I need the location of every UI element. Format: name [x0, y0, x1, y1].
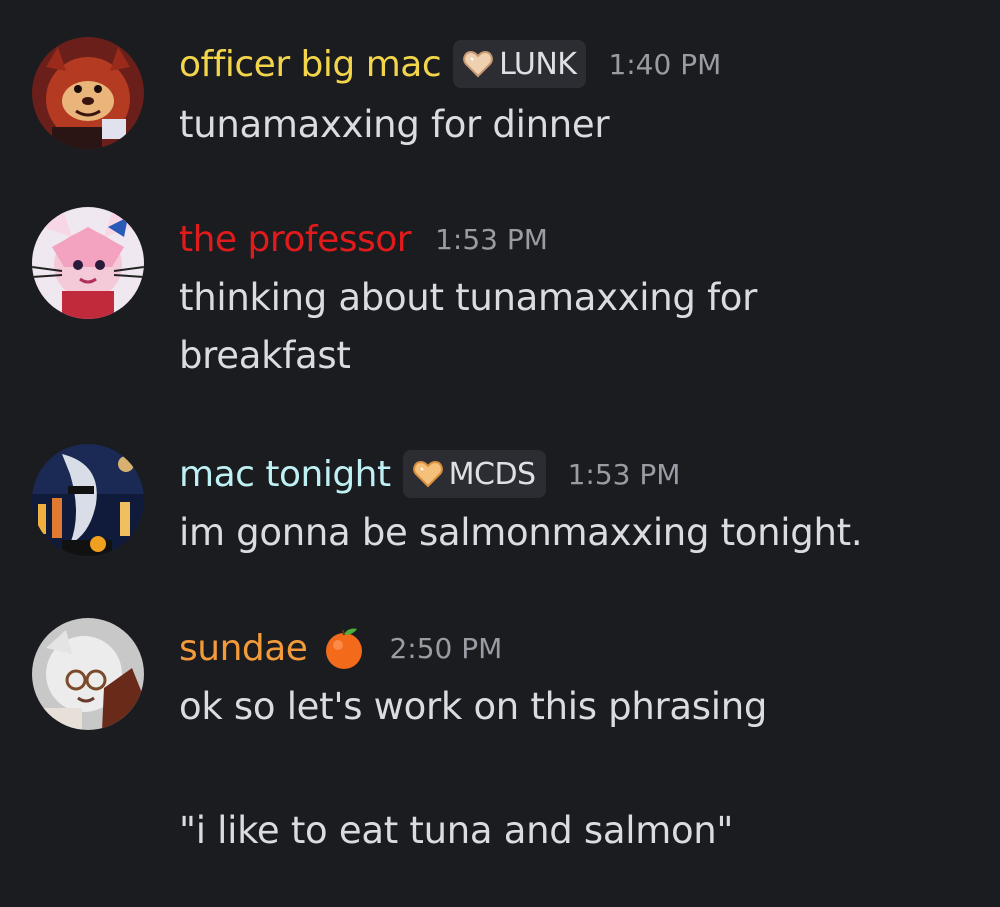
server-tag[interactable]: MCDS: [402, 450, 546, 498]
heart-icon: [463, 50, 493, 78]
message-header: the professor 1:53 PM: [179, 212, 548, 266]
message-header: sundae 2:50 PM: [179, 621, 502, 675]
avatar[interactable]: [32, 37, 144, 149]
avatar[interactable]: [32, 207, 144, 319]
message-header: officer big mac LUNK 1:40 PM: [179, 37, 721, 91]
username[interactable]: officer big mac: [179, 44, 442, 85]
message-text: "i like to eat tuna and salmon": [179, 809, 734, 852]
message-text: thinking about tunamaxxing for: [179, 276, 758, 319]
avatar[interactable]: [32, 618, 144, 730]
server-tag-label: MCDS: [448, 456, 536, 492]
server-tag-label: LUNK: [499, 46, 577, 82]
timestamp[interactable]: 1:53 PM: [435, 223, 548, 256]
server-tag[interactable]: LUNK: [453, 40, 587, 88]
chat-log: officer big mac LUNK 1:40 PM tunamaxxing…: [0, 0, 1000, 907]
timestamp[interactable]: 1:53 PM: [568, 458, 681, 491]
message-text: breakfast: [179, 334, 351, 377]
username[interactable]: the professor: [179, 219, 412, 260]
message-text: im gonna be salmonmaxxing tonight.: [179, 511, 863, 554]
username[interactable]: sundae: [179, 628, 308, 669]
tangerine-icon: [326, 628, 363, 669]
message-text: tunamaxxing for dinner: [179, 103, 610, 146]
username[interactable]: mac tonight: [179, 454, 391, 495]
message-header: mac tonight MCDS 1:53 PM: [179, 447, 680, 501]
message-text: ok so let's work on this phrasing: [179, 685, 768, 728]
timestamp[interactable]: 2:50 PM: [389, 632, 502, 665]
avatar[interactable]: [32, 444, 144, 556]
timestamp[interactable]: 1:40 PM: [608, 48, 721, 81]
heart-icon: [412, 460, 443, 488]
